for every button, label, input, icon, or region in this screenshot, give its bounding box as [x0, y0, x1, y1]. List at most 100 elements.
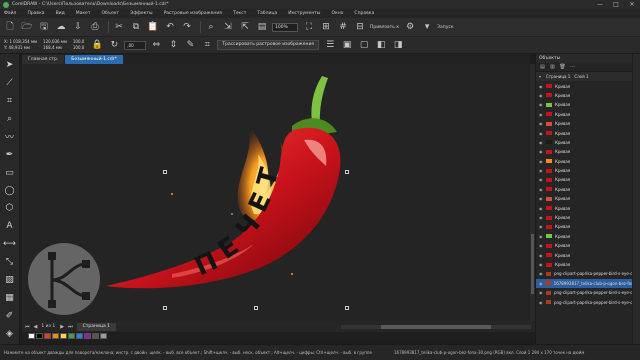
new-document-icon[interactable]: 🗋: [3, 20, 17, 34]
publish-pdf-icon[interactable]: ▤: [255, 20, 269, 34]
visibility-icon[interactable]: ◉: [539, 187, 544, 192]
list-item-curve[interactable]: ◉ Кривая: [536, 175, 640, 184]
pick-tool-icon[interactable]: ➤: [2, 57, 18, 73]
visibility-icon[interactable]: ◉: [539, 93, 544, 98]
visibility-icon[interactable]: ◉: [539, 271, 544, 276]
cut-icon[interactable]: ✂: [112, 20, 126, 34]
list-item-curve[interactable]: ◉ Кривая: [536, 194, 640, 203]
group-objects-icon[interactable]: ▣: [340, 38, 354, 52]
import-icon[interactable]: ⇲: [221, 20, 235, 34]
visibility-icon[interactable]: ◉: [539, 300, 544, 305]
drop-shadow-icon[interactable]: ▨: [2, 272, 18, 288]
list-item-curve[interactable]: ◉ Кривая: [536, 119, 640, 128]
palette-swatch[interactable]: [44, 333, 51, 339]
visibility-icon[interactable]: ◉: [539, 168, 544, 173]
palette-swatch[interactable]: [60, 333, 67, 339]
trace-bitmap-button[interactable]: Трассировать растровое изображение: [217, 40, 320, 50]
visibility-icon[interactable]: ◉: [539, 215, 544, 220]
polygon-tool-icon[interactable]: ⬡: [2, 201, 18, 217]
connector-tool-icon[interactable]: ⤡: [2, 254, 18, 270]
menu-edit[interactable]: Правка: [27, 11, 44, 16]
grid-icon[interactable]: #: [336, 20, 350, 34]
new-layer-icon[interactable]: ▤: [539, 64, 546, 71]
visibility-icon[interactable]: ◉: [539, 149, 544, 154]
selection-handle[interactable]: [345, 306, 349, 310]
dropdown-icon[interactable]: ▾: [420, 20, 434, 34]
cloud-upload-icon[interactable]: ☁: [54, 20, 68, 34]
maximize-button[interactable]: □: [608, 0, 624, 9]
guidelines-icon[interactable]: ⊟: [353, 20, 367, 34]
wrap-text-icon[interactable]: ☰: [323, 38, 337, 52]
visibility-icon[interactable]: ◉: [539, 196, 544, 201]
freehand-tool-icon[interactable]: 〰: [2, 129, 18, 145]
print-icon[interactable]: ⎙: [88, 20, 102, 34]
rulers-icon[interactable]: ⊞: [319, 20, 333, 34]
palette-swatch[interactable]: [92, 333, 99, 339]
text-tool-icon[interactable]: A: [2, 218, 18, 234]
vertical-scroll-thumb[interactable]: [531, 234, 534, 294]
shape-tool-icon[interactable]: ⟋: [2, 75, 18, 91]
artistic-media-icon[interactable]: ✒: [2, 147, 18, 163]
mirror-horizontal-icon[interactable]: ⇔: [149, 38, 163, 52]
menu-help[interactable]: Справка: [354, 11, 374, 16]
ellipse-tool-icon[interactable]: ◯: [2, 183, 18, 199]
visibility-icon[interactable]: ◉: [539, 131, 544, 136]
ungroup-icon[interactable]: ▢: [357, 38, 371, 52]
mirror-vertical-icon[interactable]: ⇕: [166, 38, 180, 52]
list-item-curve[interactable]: ◉ Кривая: [536, 166, 640, 175]
visibility-icon[interactable]: ◉: [539, 159, 544, 164]
list-item-bitmap[interactable]: ◉ png-clipart-paprika-pepper-bird-s-eye-c…: [536, 288, 640, 297]
drawing-canvas[interactable]: П Е Ч Е Т: [22, 64, 530, 321]
launch-label[interactable]: Запуск: [437, 25, 453, 30]
visibility-icon[interactable]: ◉: [539, 121, 544, 126]
list-item-curve[interactable]: ◉ Кривая: [536, 128, 640, 137]
visibility-icon[interactable]: ◉: [539, 84, 544, 89]
search-icon[interactable]: ⌕: [204, 20, 218, 34]
visibility-icon[interactable]: ◉: [539, 224, 544, 229]
visibility-icon[interactable]: ◉: [539, 253, 544, 258]
selection-handle[interactable]: [254, 306, 258, 310]
scale-height-field[interactable]: 100,0: [73, 45, 84, 51]
last-page-icon[interactable]: ⏭: [68, 324, 73, 330]
visibility-icon[interactable]: ◉: [539, 234, 544, 239]
visibility-icon[interactable]: ◉: [539, 290, 544, 295]
zoom-tool-icon[interactable]: ⌕: [2, 111, 18, 127]
list-item-curve[interactable]: ◉ Кривая: [536, 260, 640, 269]
list-item-bitmap[interactable]: ◉ png-clipart-paprika-pepper-bird-s-eye-c…: [536, 297, 640, 306]
palette-swatch[interactable]: [28, 333, 35, 339]
list-item-curve[interactable]: ◉ Кривая: [536, 91, 640, 100]
redo-icon[interactable]: ↷: [180, 20, 194, 34]
height-field[interactable]: 168,4 мм: [43, 45, 67, 51]
transparency-tool-icon[interactable]: ▦: [2, 290, 18, 306]
delete-icon[interactable]: 🗑: [559, 64, 566, 71]
list-item-curve[interactable]: ◉ Кривая: [536, 250, 640, 259]
order-front-icon[interactable]: ◧: [374, 38, 388, 52]
menu-bitmaps[interactable]: Растровые изображения: [164, 11, 222, 16]
first-page-icon[interactable]: ⏮: [25, 324, 30, 330]
selection-handle[interactable]: [163, 170, 167, 174]
palette-swatch[interactable]: [36, 333, 43, 339]
list-item-curve[interactable]: ◉ Кривая: [536, 213, 640, 222]
paste-icon[interactable]: 📋: [146, 20, 160, 34]
tab-welcome[interactable]: Главная стр.: [22, 55, 65, 64]
parallel-dimension-icon[interactable]: ⟷: [2, 236, 18, 252]
list-item-curve[interactable]: ◉ Кривая: [536, 241, 640, 250]
zoom-level-select[interactable]: 100%: [272, 22, 298, 32]
menu-effects[interactable]: Эффекты: [130, 11, 153, 16]
menu-tools[interactable]: Инструменты: [288, 11, 320, 16]
tab-document[interactable]: Безымянный-1.cdr*: [65, 55, 123, 64]
open-folder-icon[interactable]: 🗁: [20, 20, 34, 34]
palette-swatch[interactable]: [76, 333, 83, 339]
docker-options-icon[interactable]: ⋯: [569, 64, 576, 71]
menu-layout[interactable]: Макет: [76, 11, 91, 16]
list-item-bitmap[interactable]: ◉ png-clipart-paprika-pepper-bird-s-eye-c…: [536, 269, 640, 278]
visibility-icon[interactable]: ◉: [539, 177, 544, 182]
rectangle-tool-icon[interactable]: ▭: [2, 165, 18, 181]
list-item-curve[interactable]: ◉ Кривая: [536, 222, 640, 231]
copy-icon[interactable]: ⧉: [129, 20, 143, 34]
palette-swatch[interactable]: [68, 333, 75, 339]
y-position[interactable]: Y: 48,931 мм: [4, 45, 37, 51]
visibility-icon[interactable]: ◉: [539, 243, 544, 248]
palette-swatch[interactable]: [52, 333, 59, 339]
list-item-curve[interactable]: ◉ Кривая: [536, 157, 640, 166]
